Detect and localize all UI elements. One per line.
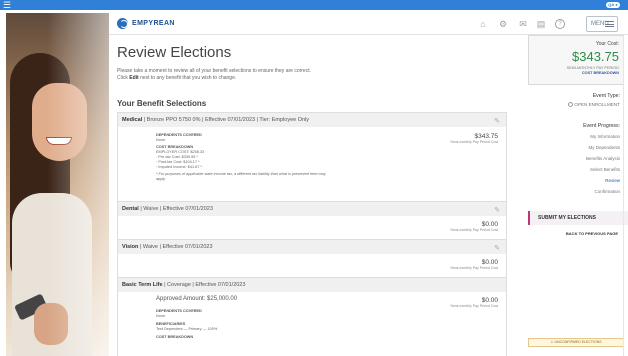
progress-step-my-information[interactable]: My Information [528, 131, 628, 142]
medical-card-body: $343.75 Semi-monthly Pay Period Cost DEP… [118, 127, 506, 201]
scrollbar-track[interactable] [623, 35, 624, 356]
documents-icon[interactable]: ▤ [536, 19, 546, 29]
dental-name: Dental [122, 206, 139, 212]
intro-line-2: next to any benefit that you wish to cha… [138, 75, 237, 81]
dental-card: Dental | Waive | Effective 07/01/2023 ✎ … [117, 202, 507, 240]
event-type-block: Event Type: OPEN ENROLLMENT [528, 93, 628, 108]
sidebar: Your Cost: $343.75 SEMI-MONTHLY PAY PERI… [528, 35, 628, 356]
medical-summary: | Bronze PPO 5750 0% | Effective 07/01/2… [142, 117, 310, 123]
medical-cost-label: Semi-monthly Pay Period Cost [450, 140, 498, 144]
vision-card-header: Vision | Waive | Effective 07/01/2023 ✎ [118, 240, 506, 254]
medical-tax-note: * For purposes of applicable state incom… [156, 172, 326, 176]
dental-cost-amount: $0.00 [481, 221, 498, 228]
vision-card-body: $0.00 Semi-monthly Pay Period Cost [118, 254, 506, 277]
vision-card: Vision | Waive | Effective 07/01/2023 ✎ … [117, 240, 507, 278]
event-type-value: OPEN ENROLLMENT [574, 102, 620, 107]
event-type-option[interactable]: OPEN ENROLLMENT [528, 102, 628, 108]
progress-step-confirmation: Confirmation [594, 189, 620, 194]
brand-name: EMPYREAN [132, 20, 175, 27]
intro-edit-word: Edit [129, 75, 139, 81]
life-cost-label: Semi-monthly Pay Period Cost [450, 304, 498, 308]
your-cost-amount: $343.75 [572, 49, 619, 64]
medical-imputed-income: ◦ Imputed Income: $41.67 * [156, 165, 202, 169]
brand-logo[interactable]: EMPYREAN [117, 18, 175, 29]
medical-cost-amount: $343.75 [474, 133, 499, 140]
medical-pretax-text: Pre-tax Cost: $339.55 * [158, 155, 198, 159]
event-type-label: Event Type: [592, 93, 620, 99]
progress-step-benefits-analysis[interactable]: Benefits Analysis [528, 153, 628, 164]
dental-card-header: Dental | Waive | Effective 07/01/2023 ✎ [118, 202, 506, 216]
app-window: ☰ QA ● EMPYREAN ⌂ ⚙ ✉ ▤ ? MENU Review El… [0, 0, 628, 356]
event-progress: Event Progress: My Information My Depend… [528, 123, 628, 197]
help-icon[interactable]: ? [555, 19, 565, 29]
app-header: EMPYREAN ⌂ ⚙ ✉ ▤ ? MENU [109, 13, 628, 35]
life-details: DEPENDENTS COVERED None BENEFICIARIES Te… [156, 309, 217, 340]
life-cost: $0.00 Semi-monthly Pay Period Cost [450, 297, 498, 308]
your-cost-label: Your Cost: [595, 41, 619, 47]
progress-step-my-dependents[interactable]: My Dependents [528, 142, 628, 153]
settings-icon[interactable]: ⚙ [498, 19, 508, 29]
radio-icon [568, 102, 574, 108]
life-cost-amount: $0.00 [481, 297, 498, 304]
life-breakdown-header: COST BREAKDOWN [156, 335, 194, 339]
section-title: Your Benefit Selections [117, 99, 207, 108]
environment-badge: QA ● [606, 2, 620, 8]
life-name: Basic Term Life [122, 282, 163, 288]
cost-breakdown-link[interactable]: COST BREAKDOWN [529, 71, 619, 75]
vision-name: Vision [122, 244, 139, 250]
medical-name: Medical [122, 117, 143, 123]
life-summary: | Coverage | Effective 07/01/2023 [162, 282, 246, 288]
messages-icon[interactable]: ✉ [518, 19, 528, 29]
dental-cost: $0.00 Semi-monthly Pay Period Cost [450, 221, 498, 232]
your-cost-box: Your Cost: $343.75 SEMI-MONTHLY PAY PERI… [528, 35, 624, 85]
medical-card-header: Medical | Bronze PPO 5750 0% | Effective… [118, 113, 506, 127]
vision-cost-amount: $0.00 [481, 259, 498, 266]
medical-details: DEPENDENTS COVERED None COST BREAKDOWN E… [156, 133, 326, 182]
menu-icon [605, 21, 614, 27]
submit-elections-button[interactable]: SUBMIT MY ELECTIONS [528, 211, 628, 225]
medical-card: Medical | Bronze PPO 5750 0% | Effective… [117, 112, 507, 202]
medical-posttax-text: Post-tax Cost: $104.17 * [158, 160, 200, 164]
life-card: Basic Term Life | Coverage | Effective 0… [117, 278, 507, 356]
pay-period-label: SEMI-MONTHLY PAY PERIOD [566, 66, 619, 70]
menu-button[interactable]: MENU [586, 16, 618, 32]
back-to-previous-page-link[interactable]: BACK TO PREVIOUS PAGE [566, 231, 618, 236]
medical-tax-note-2: apply. [156, 177, 166, 181]
medical-dependents: None [156, 138, 166, 142]
life-card-header: Basic Term Life | Coverage | Effective 0… [118, 278, 506, 292]
intro-line-1: Please take a moment to review all of yo… [117, 68, 311, 74]
vision-cost: $0.00 Semi-monthly Pay Period Cost [450, 259, 498, 270]
hero-photo [6, 13, 109, 356]
main-content: Review Elections Please take a moment to… [117, 40, 507, 356]
life-approved-amount: Approved Amount: $25,000.00 [156, 296, 238, 302]
dental-summary: | Waive | Effective 07/01/2023 [138, 206, 213, 212]
life-beneficiary: Test Dependent — Primary — 100% [156, 327, 218, 331]
dental-card-body: $0.00 Semi-monthly Pay Period Cost [118, 216, 506, 239]
page-title: Review Elections [117, 44, 232, 61]
medical-cost: $343.75 Semi-monthly Pay Period Cost [450, 133, 498, 144]
medical-imputed-text: Imputed Income: $41.67 * [158, 165, 202, 169]
progress-step-select-benefits[interactable]: Select Benefits [528, 164, 628, 175]
logo-mark-icon [117, 18, 128, 29]
vision-summary: | Waive | Effective 07/01/2023 [138, 244, 213, 250]
photo-overlay [6, 13, 109, 356]
event-progress-label: Event Progress: [583, 123, 620, 129]
hamburger-menu-icon[interactable]: ☰ [3, 0, 11, 10]
progress-step-review[interactable]: Review [528, 175, 628, 186]
life-card-body: Approved Amount: $25,000.00 $0.00 Semi-m… [118, 292, 506, 356]
unconfirmed-elections-badge[interactable]: ⚠ UNCONFIRMED ELECTIONS [528, 338, 624, 347]
top-bar: ☰ QA ● [0, 0, 628, 10]
intro-text: Please take a moment to review all of yo… [117, 68, 507, 82]
life-dependents: None [156, 314, 166, 318]
vision-cost-label: Semi-monthly Pay Period Cost [450, 266, 498, 270]
home-icon[interactable]: ⌂ [478, 19, 488, 29]
intro-click: Click [117, 75, 130, 81]
dental-cost-label: Semi-monthly Pay Period Cost [450, 228, 498, 232]
